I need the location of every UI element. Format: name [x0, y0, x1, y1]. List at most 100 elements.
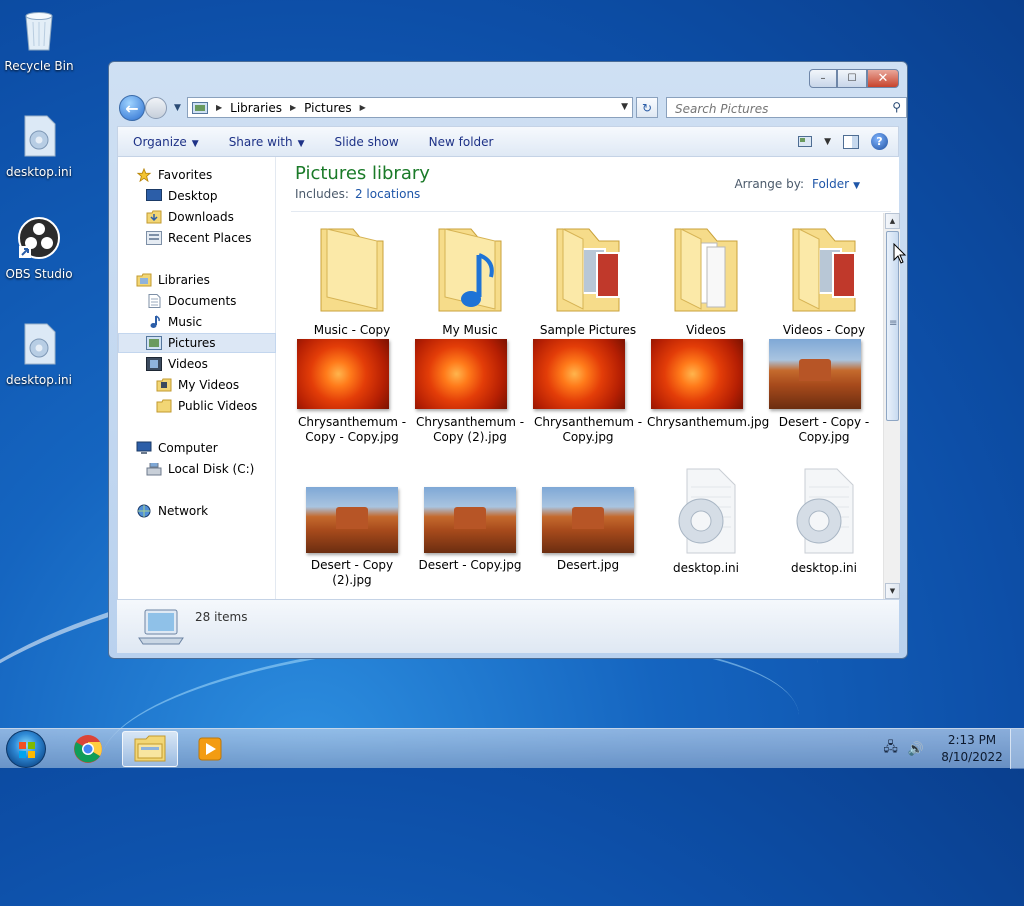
show-desktop-button[interactable]: [1010, 729, 1024, 769]
libraries-icon: [136, 273, 152, 287]
refresh-button[interactable]: ↻: [636, 97, 658, 118]
nav-computer[interactable]: Computer: [118, 438, 276, 458]
settings-file-icon: [24, 323, 56, 365]
file-item-desert-copy-2[interactable]: Desert - Copy (2).jpg: [293, 451, 411, 588]
chrysanthemum-thumbnail: [533, 339, 625, 409]
breadcrumb-separator-icon[interactable]: ▶: [360, 103, 366, 112]
item-label: desktop.ini: [791, 561, 857, 575]
item-label: My Music: [442, 323, 498, 337]
share-with-button[interactable]: Share with ▼: [214, 135, 320, 149]
arrange-by-dropdown[interactable]: Folder: [812, 177, 849, 191]
file-item-music-copy[interactable]: Music - Copy: [293, 217, 411, 338]
nav-item-videos[interactable]: Videos: [118, 354, 276, 374]
file-item-chrysanthemum-copy[interactable]: Chrysanthemum - Copy.jpg: [529, 339, 647, 445]
desktop-icon-label: desktop.ini: [6, 373, 72, 387]
item-thumbnail: [529, 451, 647, 553]
desktop-icon-obs-studio[interactable]: OBS Studio: [1, 216, 77, 281]
back-arrow-icon: ←: [125, 98, 139, 118]
forward-button[interactable]: [145, 97, 167, 119]
locations-link[interactable]: 2 locations: [355, 187, 420, 201]
desert-thumbnail: [424, 487, 516, 553]
windows-explorer-icon: [134, 735, 166, 762]
nav-item-public-videos[interactable]: Public Videos: [118, 396, 276, 416]
search-icon[interactable]: ⚲: [892, 100, 901, 114]
nav-item-label: Documents: [168, 294, 237, 308]
nav-item-local-disk[interactable]: Local Disk (C:): [118, 459, 276, 479]
chrysanthemum-thumbnail: [415, 339, 507, 409]
start-button[interactable]: [6, 730, 46, 768]
taskbar-windows-explorer[interactable]: [122, 731, 178, 767]
breadcrumb-pictures[interactable]: Pictures: [304, 101, 352, 115]
preview-pane-icon[interactable]: [843, 134, 859, 149]
new-folder-button[interactable]: New folder: [414, 135, 509, 149]
nav-item-label: Desktop: [168, 189, 218, 203]
file-item-chrysanthemum-copy-2[interactable]: Chrysanthemum - Copy (2).jpg: [411, 339, 529, 445]
refresh-icon: ↻: [641, 100, 653, 115]
address-bar[interactable]: ▶ Libraries ▶ Pictures ▶ ▼: [187, 97, 633, 118]
file-item-videos[interactable]: Videos: [647, 217, 765, 338]
pictures-library-icon: [192, 101, 208, 114]
help-icon[interactable]: ?: [871, 133, 888, 150]
item-label: Desert - Copy - Copy.jpg: [778, 415, 870, 444]
chrysanthemum-thumbnail: [297, 339, 389, 409]
nav-item-desktop[interactable]: Desktop: [118, 186, 276, 206]
scroll-up-button[interactable]: ▲: [885, 213, 900, 229]
taskbar-chrome[interactable]: [60, 731, 116, 767]
nav-network[interactable]: Network: [118, 501, 276, 521]
desktop-icon-recycle-bin[interactable]: Recycle Bin: [1, 8, 77, 73]
file-item-desktop-ini[interactable]: desktop.ini: [765, 467, 883, 576]
file-item-desert-copy[interactable]: Desert - Copy.jpg: [411, 451, 529, 573]
documents-icon: [148, 294, 161, 308]
laptop-library-icon: [138, 609, 184, 645]
nav-item-my-videos[interactable]: My Videos: [118, 375, 276, 395]
item-label: desktop.ini: [673, 561, 739, 575]
search-input[interactable]: [673, 101, 873, 117]
nav-item-downloads[interactable]: Downloads: [118, 207, 276, 227]
file-item-videos-copy[interactable]: Videos - Copy: [765, 217, 883, 338]
desktop-icon: [146, 189, 162, 201]
library-includes: Includes: 2 locations: [295, 187, 430, 201]
nav-item-pictures[interactable]: Pictures: [118, 333, 276, 353]
chevron-down-icon[interactable]: ▼: [853, 181, 860, 191]
chrome-icon: [74, 735, 102, 763]
arrange-by: Arrange by: Folder ▼: [734, 177, 860, 191]
change-view-icon[interactable]: [798, 136, 813, 147]
maximize-button[interactable]: ☐: [837, 69, 867, 88]
recent-pages-dropdown[interactable]: ▼: [174, 103, 181, 113]
file-item-chrysanthemum[interactable]: Chrysanthemum.jpg: [647, 339, 769, 430]
navigation-bar: ← ▼ ▶ Libraries ▶ Pictures ▶ ▼ ↻ ⚲: [117, 94, 907, 121]
file-item-sample-pictures[interactable]: Sample Pictures: [529, 217, 647, 338]
taskbar-media-player[interactable]: [182, 731, 238, 767]
minimize-button[interactable]: –: [809, 69, 837, 88]
scroll-down-button[interactable]: ▼: [885, 583, 900, 599]
share-with-label: Share with: [228, 134, 293, 149]
desktop-icon-desktop-ini[interactable]: desktop.ini: [1, 114, 77, 179]
nav-favorites[interactable]: Favorites: [118, 165, 276, 185]
nav-item-documents[interactable]: Documents: [118, 291, 276, 311]
vertical-scrollbar[interactable]: ▲ ▼: [883, 213, 900, 599]
nav-network-label: Network: [158, 504, 209, 518]
clock[interactable]: 2:13 PM 8/10/2022: [934, 732, 1010, 766]
address-history-dropdown[interactable]: ▼: [621, 102, 628, 112]
back-button[interactable]: ←: [119, 95, 145, 121]
nav-item-recent-places[interactable]: Recent Places: [118, 228, 276, 248]
search-box: ⚲: [666, 97, 907, 118]
view-options-dropdown[interactable]: ▼: [824, 137, 831, 147]
volume-icon[interactable]: 🔊: [908, 742, 924, 757]
organize-button[interactable]: Organize ▼: [118, 135, 214, 149]
file-item-desert-copy-copy[interactable]: Desert - Copy - Copy.jpg: [765, 339, 883, 445]
file-item-desert[interactable]: Desert.jpg: [529, 451, 647, 573]
nav-libraries[interactable]: Libraries: [118, 270, 276, 290]
slide-show-button[interactable]: Slide show: [320, 135, 414, 149]
breadcrumb-libraries[interactable]: Libraries: [230, 101, 282, 115]
desktop-icon-desktop-ini[interactable]: desktop.ini: [1, 322, 77, 387]
close-button[interactable]: ✕: [867, 69, 899, 88]
file-item-my-music[interactable]: My Music: [411, 217, 529, 338]
nav-item-music[interactable]: Music: [118, 312, 276, 332]
pictures-folder-icon: [792, 228, 856, 312]
file-item-chrysanthemum-copy-copy[interactable]: Chrysanthemum - Copy - Copy.jpg: [293, 339, 411, 445]
obs-studio-icon: [18, 217, 60, 259]
network-status-icon[interactable]: 🖧: [883, 738, 898, 760]
folder-icon: [320, 228, 384, 312]
file-item-desktop-ini[interactable]: desktop.ini: [647, 467, 765, 576]
